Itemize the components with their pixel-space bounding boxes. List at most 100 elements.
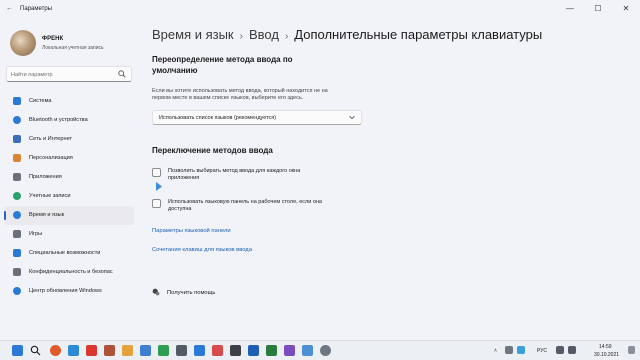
time-language-icon — [13, 211, 21, 219]
yandex-icon[interactable] — [86, 345, 97, 356]
sidebar-item-label: Конфиденциальность и безопас — [29, 269, 113, 275]
override-title-line1: Переопределение метода ввода по — [152, 55, 293, 64]
app-icon-4[interactable] — [158, 345, 169, 356]
taskbar-time[interactable]: 14:59 — [599, 344, 612, 350]
system-icon — [13, 97, 21, 105]
dropdown-selected-value: Использовать список языков (рекомендуетс… — [159, 115, 277, 121]
app-icon-7[interactable] — [212, 345, 223, 356]
language-bar-label-line2: доступна — [168, 206, 192, 212]
games-icon — [13, 230, 21, 238]
sidebar-item-label: Время и язык — [29, 212, 65, 218]
network-icon — [13, 135, 21, 143]
app-icon-8[interactable] — [230, 345, 241, 356]
sidebar-item-accounts[interactable]: Учетные записи — [4, 187, 134, 206]
minimize-button[interactable]: — — [556, 2, 584, 16]
sidebar-nav: Система Bluetooth и устройства Сеть и Ин… — [4, 92, 134, 301]
override-title-line2: умолчанию — [152, 66, 198, 75]
breadcrumb-separator-icon: › — [239, 31, 243, 42]
sidebar: ФРЕНК Локальная учетная запись Система B… — [0, 20, 140, 340]
per-app-input-option: Позволить выбирать метод ввода для каждо… — [152, 168, 372, 186]
tray-app-icon[interactable] — [505, 346, 513, 354]
search-box[interactable] — [6, 66, 132, 82]
mail-icon[interactable] — [68, 345, 79, 356]
notifications-icon[interactable] — [628, 346, 635, 354]
page-title: Дополнительные параметры клавиатуры — [294, 27, 543, 42]
input-language-indicator[interactable]: РУС — [537, 348, 547, 354]
sidebar-item-label: Сеть и Интернет — [29, 136, 73, 142]
mouse-cursor-icon — [156, 182, 162, 191]
sidebar-item-personalization[interactable]: Персонализация — [4, 149, 134, 168]
search-icon — [118, 70, 126, 78]
sidebar-item-system[interactable]: Система — [4, 92, 134, 111]
browser-icon[interactable] — [50, 345, 61, 356]
wifi-icon[interactable] — [556, 346, 564, 354]
tray-cloud-icon[interactable] — [517, 346, 525, 354]
get-help-label: Получить помощь — [167, 290, 216, 296]
sidebar-item-label: Персонализация — [29, 155, 73, 161]
brush-icon — [13, 154, 21, 162]
chevron-down-icon — [349, 115, 355, 120]
app-icon-1[interactable] — [104, 345, 115, 356]
override-description-line2: первом месте в вашем списке языков, выбе… — [152, 95, 304, 101]
taskbar-search-icon[interactable] — [30, 345, 41, 356]
title-bar: ← Параметры — ☐ ✕ — [0, 0, 640, 20]
tray-chevron-icon[interactable]: ˄ — [494, 348, 497, 354]
settings-gear-icon[interactable] — [320, 345, 331, 356]
input-language-hotkeys-link[interactable]: Сочетания клавиш для языков ввода — [152, 247, 252, 253]
sidebar-item-label: Учетные записи — [29, 193, 71, 199]
privacy-icon — [13, 268, 21, 276]
word-icon[interactable] — [248, 345, 259, 356]
user-profile[interactable]: ФРЕНК Локальная учетная запись — [10, 30, 140, 66]
breadcrumb: Время и язык › Ввод › Дополнительные парамет… — [152, 27, 542, 42]
per-app-input-label-line2: приложения — [168, 175, 200, 181]
breadcrumb-separator-icon: › — [284, 31, 289, 42]
breadcrumb-input[interactable]: Ввод — [249, 27, 279, 42]
window-title: Параметры — [20, 6, 52, 12]
input-method-dropdown[interactable]: Использовать список языков (рекомендуетс… — [152, 110, 362, 125]
sidebar-item-label: Приложения — [29, 174, 62, 180]
avatar — [10, 30, 36, 56]
override-section-title: Переопределение метода ввода по умолчани… — [152, 55, 293, 75]
profile-account-type: Локальная учетная запись — [42, 45, 104, 51]
app-icon-3[interactable] — [140, 345, 151, 356]
language-bar-checkbox[interactable] — [152, 199, 161, 208]
per-app-input-label: Позволить выбирать метод ввода для каждо… — [168, 168, 368, 182]
language-bar-label-line1: Использовать языковую панель на рабочем … — [168, 199, 322, 205]
switching-section-title: Переключение методов ввода — [152, 146, 273, 155]
app-icon-9[interactable] — [266, 345, 277, 356]
sidebar-item-time-language[interactable]: Время и язык — [4, 206, 134, 225]
sidebar-item-label: Центр обновления Windows — [29, 288, 102, 294]
app-icon-6[interactable] — [194, 345, 205, 356]
get-help-link[interactable]: Получить помощь — [152, 288, 242, 298]
language-bar-option: Использовать языковую панель на рабочем … — [152, 199, 372, 217]
sidebar-item-label: Bluetooth и устройства — [29, 117, 88, 123]
taskbar-date[interactable]: 30.10.2021 — [594, 352, 619, 358]
language-bar-label: Использовать языковую панель на рабочем … — [168, 199, 368, 213]
breadcrumb-time-language[interactable]: Время и язык — [152, 27, 234, 42]
maximize-button[interactable]: ☐ — [584, 2, 612, 16]
sidebar-item-privacy[interactable]: Конфиденциальность и безопас — [4, 263, 134, 282]
sidebar-item-apps[interactable]: Приложения — [4, 168, 134, 187]
per-app-input-label-line1: Позволить выбирать метод ввода для каждо… — [168, 168, 301, 174]
sidebar-item-accessibility[interactable]: Специальные возможности — [4, 244, 134, 263]
volume-icon[interactable] — [568, 346, 576, 354]
app-icon-2[interactable] — [122, 345, 133, 356]
per-app-input-checkbox[interactable] — [152, 168, 161, 177]
app-icon-5[interactable] — [176, 345, 187, 356]
sidebar-item-games[interactable]: Игры — [4, 225, 134, 244]
sidebar-item-label: Игры — [29, 231, 43, 237]
override-description: Если вы хотите использовать метод ввода,… — [152, 88, 328, 102]
sidebar-item-label: Специальные возможности — [29, 250, 101, 256]
back-arrow-icon[interactable]: ← — [6, 5, 13, 12]
app-icon-10[interactable] — [284, 345, 295, 356]
sidebar-item-label: Система — [29, 98, 52, 104]
app-icon-11[interactable] — [302, 345, 313, 356]
close-button[interactable]: ✕ — [612, 2, 640, 16]
start-icon[interactable] — [12, 345, 23, 356]
sidebar-item-bluetooth[interactable]: Bluetooth и устройства — [4, 111, 134, 130]
language-bar-options-link[interactable]: Параметры языковой панели — [152, 228, 231, 234]
search-input[interactable] — [11, 69, 115, 80]
sidebar-item-network[interactable]: Сеть и Интернет — [4, 130, 134, 149]
override-description-line1: Если вы хотите использовать метод ввода,… — [152, 88, 328, 94]
sidebar-item-windows-update[interactable]: Центр обновления Windows — [4, 282, 134, 301]
